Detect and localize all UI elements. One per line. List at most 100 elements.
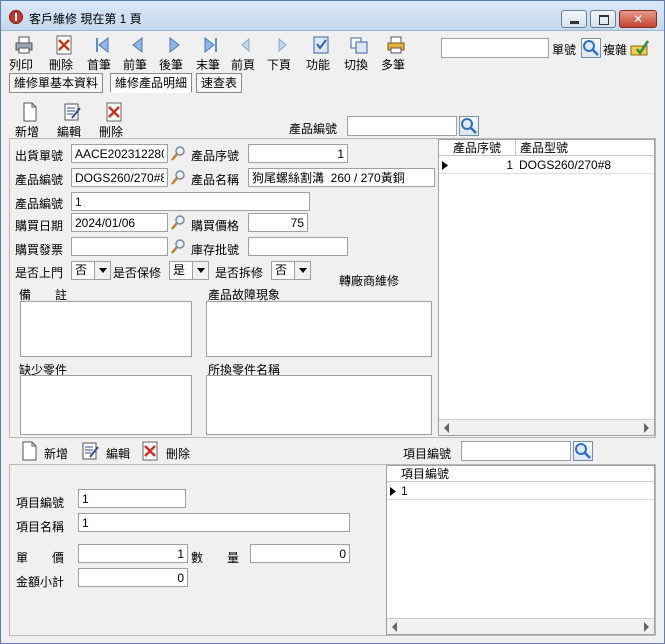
item-edit-button[interactable]: 編輯 [106,445,130,462]
close-button[interactable]: ✕ [619,10,657,28]
product-name-label: 產品名稱 [191,173,240,187]
scroll-left-icon[interactable] [392,622,397,632]
item-no-label: 項目編號 [16,496,65,510]
scroll-right-icon[interactable] [644,423,649,433]
qty-input[interactable] [250,544,350,563]
product-edit-button[interactable]: 編輯 [57,102,87,139]
product-no-input[interactable] [71,192,310,211]
search-icon [575,443,591,459]
print-button[interactable]: 列印 [9,35,39,72]
chevron-down-icon [192,262,208,279]
minimize-button[interactable] [561,10,587,28]
invoice-input[interactable] [71,237,168,256]
product-delete-button[interactable]: 刪除 [99,102,129,139]
item-search-input[interactable] [461,441,571,461]
next-icon [169,36,180,54]
unit-price-label: 單 價 [16,551,65,565]
item-search-label: 項目編號 [403,447,452,461]
magnifier-icon[interactable] [171,169,187,185]
edit-icon[interactable] [81,441,101,461]
prev-page-icon [241,37,250,53]
onsite-select[interactable]: 否 [71,261,111,280]
item-name-label: 項目名稱 [16,520,65,534]
shipment-no-input[interactable] [71,144,168,163]
unit-price-input[interactable] [78,544,188,563]
window-title: 客戶維修 現在第 1 頁 [29,12,142,26]
item-search-button[interactable] [573,441,593,461]
last-record-button[interactable]: 末筆 [196,35,226,72]
search-icon [583,40,599,56]
product-seq-input[interactable] [248,144,348,163]
purchase-date-label: 購買日期 [15,219,64,233]
disassemble-select[interactable]: 否 [271,261,311,280]
function-button[interactable]: 功能 [306,35,336,72]
prev-page-button[interactable]: 前頁 [231,35,261,72]
order-number-label: 單號 [552,43,577,57]
magnifier-icon[interactable] [171,145,187,161]
first-record-button[interactable]: 首筆 [87,35,117,72]
item-no-input[interactable] [78,489,186,508]
row-pointer-icon [442,161,448,170]
scroll-left-icon[interactable] [444,423,449,433]
tab-quick-lookup[interactable]: 速查表 [196,73,243,93]
multi-icon [387,36,405,54]
tab-product-detail[interactable]: 維修產品明細 [110,73,193,93]
close-icon: ✕ [632,12,644,26]
item-grid-header-no[interactable]: 項目編號 [401,466,449,482]
multi-record-button[interactable]: 多筆 [381,35,411,72]
table-row[interactable]: 1 [387,483,654,500]
vendor-repair-label: 轉廠商維修 [339,274,400,288]
edit-icon [64,103,81,121]
product-seq-label: 產品序號 [191,149,240,163]
switch-button[interactable]: 切換 [344,35,374,72]
product-search-input[interactable] [347,116,457,136]
warranty-select[interactable]: 是 [169,261,209,280]
item-name-input[interactable] [78,513,350,532]
magnifier-icon[interactable] [171,214,187,230]
replaced-parts-textarea[interactable] [206,375,432,435]
scroll-right-icon[interactable] [644,622,649,632]
row-item-no: 1 [401,484,408,498]
magnifier-icon[interactable] [171,238,187,254]
new-document-icon [23,102,37,122]
shipment-no-label: 出貨單號 [15,149,64,163]
product-search-button[interactable] [459,116,479,136]
product-grid-scrollbar[interactable] [439,419,654,435]
subtotal-input[interactable] [78,568,188,587]
grid-header-seq[interactable]: 產品序號 [453,140,501,156]
delete-record-button[interactable]: 刪除 [49,35,79,72]
purchase-price-label: 購買價格 [191,219,240,233]
item-grid-scrollbar[interactable] [387,618,654,634]
order-search-button[interactable] [581,38,601,58]
table-row[interactable]: 1 DOGS260/270#8 [439,157,654,174]
stock-batch-input[interactable] [248,237,348,256]
switch-icon [350,37,368,54]
order-number-input[interactable] [441,38,549,58]
qty-label: 數 量 [191,551,240,565]
purchase-date-input[interactable] [71,213,168,232]
product-name-input[interactable] [248,168,435,187]
onsite-label: 是否上門 [15,266,64,280]
stock-batch-label: 庫存批號 [191,243,240,257]
maximize-button[interactable] [590,10,616,28]
item-add-button[interactable]: 新增 [44,445,68,462]
tab-basic-info[interactable]: 維修單基本資料 [9,73,104,93]
remark-textarea[interactable] [20,301,192,357]
copy-icon[interactable] [629,37,651,59]
prev-record-button[interactable]: 前筆 [123,35,153,72]
product-add-button[interactable]: 新增 [15,102,45,139]
next-record-button[interactable]: 後筆 [159,35,189,72]
prev-icon [132,36,143,54]
row-pointer-icon [390,487,396,496]
item-delete-button[interactable]: 刪除 [166,445,190,462]
purchase-price-input[interactable] [248,213,308,232]
missing-parts-textarea[interactable] [20,375,192,435]
fault-textarea[interactable] [206,301,432,357]
product-code-input[interactable] [71,168,168,187]
next-page-button[interactable]: 下頁 [267,35,297,72]
delete-icon[interactable] [141,441,159,461]
title-bar: 客戶維修 現在第 1 頁 ✕ [1,1,664,31]
grid-header-model[interactable]: 產品型號 [515,140,568,156]
product-code-label: 產品編號 [15,173,64,187]
new-document-icon[interactable] [21,441,39,461]
